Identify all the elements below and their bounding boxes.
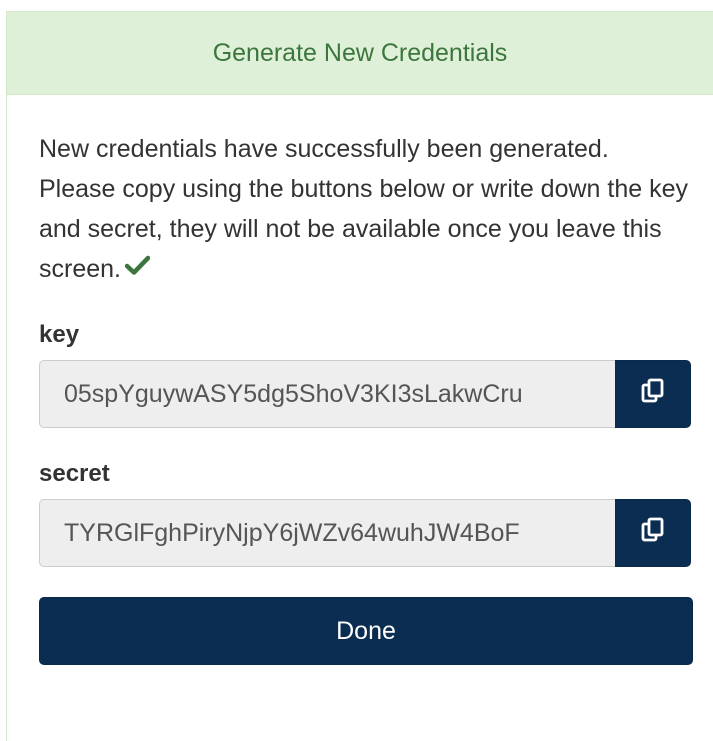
copy-secret-button[interactable] [615, 499, 691, 568]
key-field[interactable] [39, 360, 615, 429]
check-icon [124, 247, 151, 287]
panel-title: Generate New Credentials [7, 12, 713, 95]
key-input-group [39, 360, 691, 429]
success-message: New credentials have successfully been g… [39, 129, 689, 290]
key-label: key [39, 321, 80, 349]
copy-icon [640, 378, 666, 411]
secret-label: secret [39, 460, 110, 488]
copy-icon [640, 517, 666, 550]
done-button[interactable]: Done [39, 597, 693, 666]
credentials-panel: Generate New Credentials New credentials… [6, 11, 713, 741]
secret-field[interactable] [39, 499, 615, 568]
secret-input-group [39, 499, 691, 568]
panel-body: New credentials have successfully been g… [7, 129, 713, 666]
copy-key-button[interactable] [615, 360, 691, 429]
